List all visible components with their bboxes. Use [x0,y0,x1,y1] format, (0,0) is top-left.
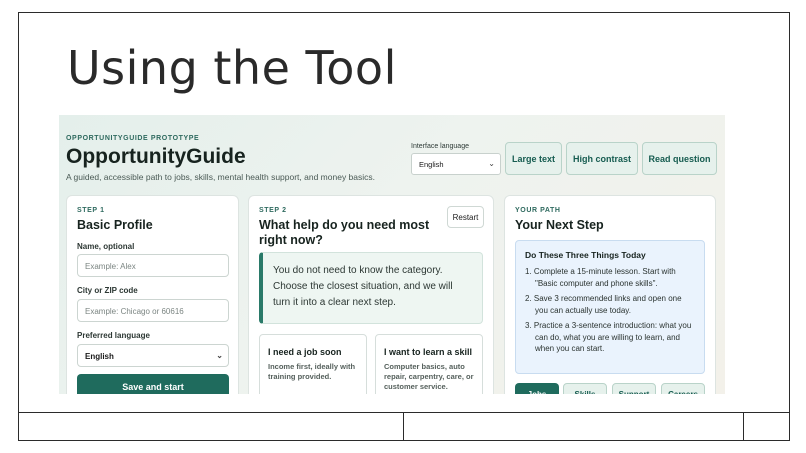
guidance-note: You do not need to know the category. Ch… [259,252,483,324]
chevron-down-icon: ⌄ [216,351,223,360]
brand-kicker: OPPORTUNITYGUIDE PROTOTYPE [66,135,200,142]
step1-kicker: STEP 1 [77,207,105,214]
high-contrast-button[interactable]: High contrast [566,142,638,175]
name-placeholder: Example: Alex [85,262,136,271]
tab-careers[interactable]: Careers [661,383,705,394]
plan-item: 2. Save 3 recommended links and open one… [525,294,682,315]
option-desc: Income first, ideally with training prov… [268,362,356,381]
help-needed-card: STEP 2 What help do you need most right … [248,195,494,394]
step2-title-line2: right now? [259,233,323,247]
plan-item: 1. Complete a 15-minute lesson. Start wi… [525,267,676,288]
plan-list: 1. Complete a 15-minute lesson. Start wi… [525,266,695,355]
tab-skills[interactable]: Skills [563,383,607,394]
location-placeholder: Example: Chicago or 60616 [85,307,184,316]
footer-divider [403,413,404,440]
tab-support[interactable]: Support [612,383,656,394]
interface-language-select[interactable]: English ⌄ [411,153,501,175]
preferred-language-select[interactable]: English ⌄ [77,344,229,367]
step2-title-line1: What help do you need most [259,218,430,232]
plan-title: Do These Three Things Today [525,250,646,260]
location-label: City or ZIP code [77,286,138,295]
plan-item: 3. Practice a 3-sentence introduction: w… [525,321,692,353]
today-plan: Do These Three Things Today 1. Complete … [515,240,705,374]
path-title: Your Next Step [515,218,604,232]
option-learn-skill[interactable]: I want to learn a skill Computer basics,… [375,334,483,394]
slide-title: Using the Tool [67,41,397,95]
brand-title: OpportunityGuide [66,145,246,168]
path-kicker: YOUR PATH [515,207,561,214]
chevron-down-icon: ⌄ [488,159,495,168]
step2-kicker: STEP 2 [259,207,287,214]
save-and-start-button[interactable]: Save and start [77,374,229,394]
tab-jobs[interactable]: Jobs [515,383,559,394]
slide: Using the Tool OPPORTUNITYGUIDE PROTOTYP… [18,12,790,441]
option-title: I need a job soon [268,347,342,357]
interface-language-value: English [419,160,444,169]
large-text-button[interactable]: Large text [505,142,562,175]
preferred-language-label: Preferred language [77,331,150,340]
name-label: Name, optional [77,242,135,251]
name-input[interactable]: Example: Alex [77,254,229,277]
slide-footer [19,412,789,440]
footer-divider [743,413,744,440]
read-question-button[interactable]: Read question [642,142,717,175]
option-need-job[interactable]: I need a job soon Income first, ideally … [259,334,367,394]
step1-title: Basic Profile [77,218,153,232]
next-step-card: YOUR PATH Your Next Step Do These Three … [504,195,716,394]
option-title: I want to learn a skill [384,347,473,357]
brand-tagline: A guided, accessible path to jobs, skill… [66,172,376,182]
option-desc: Computer basics, auto repair, carpentry,… [384,362,474,391]
preferred-language-value: English [85,352,114,361]
restart-button[interactable]: Restart [447,206,484,228]
location-input[interactable]: Example: Chicago or 60616 [77,299,229,322]
interface-language-label: Interface language [411,143,469,150]
app-screenshot: OPPORTUNITYGUIDE PROTOTYPE OpportunityGu… [59,115,725,394]
basic-profile-card: STEP 1 Basic Profile Name, optional Exam… [66,195,239,394]
